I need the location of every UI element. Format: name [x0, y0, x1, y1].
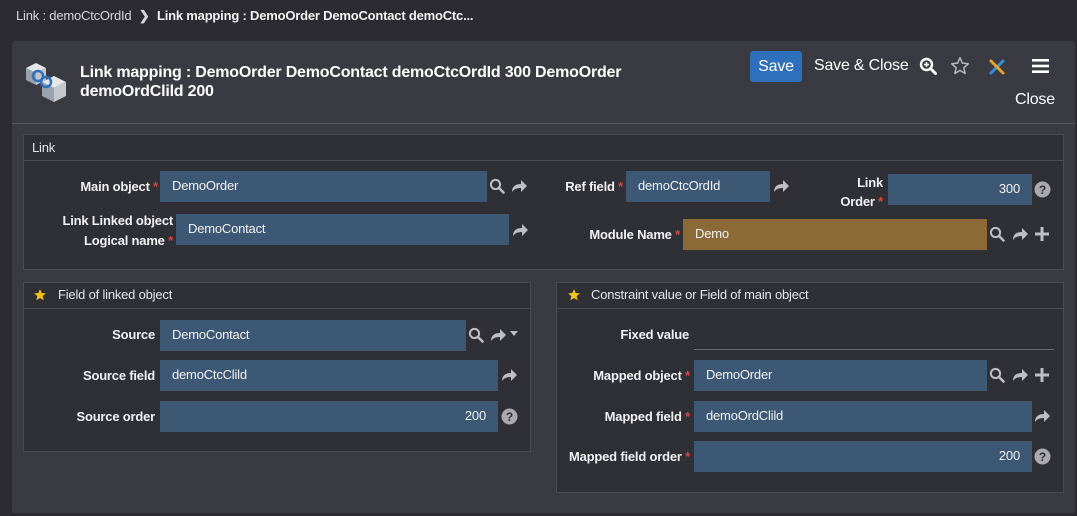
share-arrow-icon[interactable] [511, 222, 529, 238]
breadcrumb: Link : demoCtcOrdId ❯ Link mapping : Dem… [16, 8, 474, 24]
svg-text:?: ? [1039, 183, 1046, 197]
fixed-value-label: Fixed value [620, 327, 689, 342]
search-icon[interactable] [489, 178, 505, 194]
constraint-panel-title: Constraint value or Field of main object [591, 287, 809, 302]
fixed-value-field[interactable] [694, 319, 1054, 350]
mapped-field-order-label: Mapped field order * [569, 449, 690, 464]
source-order-label: Source order [76, 409, 155, 424]
menu-icon[interactable] [1032, 58, 1049, 74]
svg-text:?: ? [506, 410, 513, 424]
share-arrow-icon[interactable] [1011, 226, 1029, 242]
plus-icon[interactable] [1035, 227, 1049, 241]
link-object-icon [22, 60, 70, 104]
mapped-object-field[interactable]: DemoOrder [694, 360, 987, 391]
module-name-field[interactable]: Demo [683, 219, 987, 250]
mapped-field-label: Mapped field * [604, 409, 691, 424]
share-arrow-icon[interactable] [1033, 408, 1051, 424]
breadcrumb-item-current: Link mapping : DemoOrder DemoContact dem… [156, 8, 474, 23]
linked-object-field[interactable]: DemoContact [176, 214, 509, 245]
field-panel-title: Field of linked object [58, 287, 173, 302]
panel-divider [24, 160, 1063, 161]
module-name-label: Module Name * [589, 227, 680, 242]
search-icon[interactable] [989, 367, 1005, 383]
caret-down-icon[interactable] [510, 331, 518, 336]
mapped-object-label: Mapped object * [593, 368, 690, 383]
share-arrow-icon[interactable] [772, 178, 790, 194]
tools-icon[interactable] [988, 58, 1006, 76]
main-object-label: Main object * [80, 179, 158, 194]
share-arrow-icon[interactable] [500, 367, 518, 383]
ref-field-field[interactable]: demoCtcOrdId [626, 171, 770, 202]
source-order-field[interactable]: 200 [160, 401, 498, 432]
save-close-button[interactable]: Save & Close [814, 57, 909, 75]
panel-divider [557, 308, 1063, 309]
star-icon [567, 288, 581, 302]
source-field-label: Source field [82, 368, 155, 383]
link-order-field[interactable]: 300 [888, 174, 1032, 205]
svg-text:?: ? [1039, 450, 1046, 464]
search-icon[interactable] [989, 226, 1005, 242]
ref-field-label: Ref field * [565, 179, 623, 194]
plus-icon[interactable] [1035, 368, 1049, 382]
chevron-right-icon: ❯ [138, 8, 150, 23]
source-field[interactable]: DemoContact [160, 320, 466, 351]
help-icon[interactable]: ? [1034, 181, 1051, 198]
panel-divider [24, 308, 530, 309]
mapped-field-order-field[interactable]: 200 [694, 441, 1032, 472]
share-arrow-icon[interactable] [510, 178, 528, 194]
star-outline-icon[interactable] [950, 56, 970, 76]
share-arrow-icon[interactable] [1011, 367, 1029, 383]
zoom-search-icon[interactable] [919, 57, 937, 75]
source-label: Source [112, 327, 155, 342]
linked-object-label: Link Linked object Logical name * [62, 213, 173, 248]
save-button[interactable]: Save [750, 51, 802, 82]
page-title: Link mapping : DemoOrder DemoContact dem… [80, 64, 622, 100]
share-arrow-icon[interactable] [489, 327, 507, 343]
main-object-field[interactable]: DemoOrder [160, 171, 487, 202]
search-icon[interactable] [468, 327, 484, 343]
header-divider [12, 123, 1075, 124]
source-field-field[interactable]: demoCtcClild [160, 360, 498, 391]
link-order-label: Link Order * [840, 175, 883, 209]
help-icon[interactable]: ? [501, 408, 518, 425]
star-icon [33, 288, 47, 302]
breadcrumb-item-link[interactable]: Link : demoCtcOrdId [16, 8, 132, 23]
close-button[interactable]: Close [1015, 91, 1055, 109]
mapped-field-field[interactable]: demoOrdClild [694, 401, 1032, 432]
help-icon[interactable]: ? [1034, 448, 1051, 465]
link-panel-title: Link [32, 140, 56, 155]
